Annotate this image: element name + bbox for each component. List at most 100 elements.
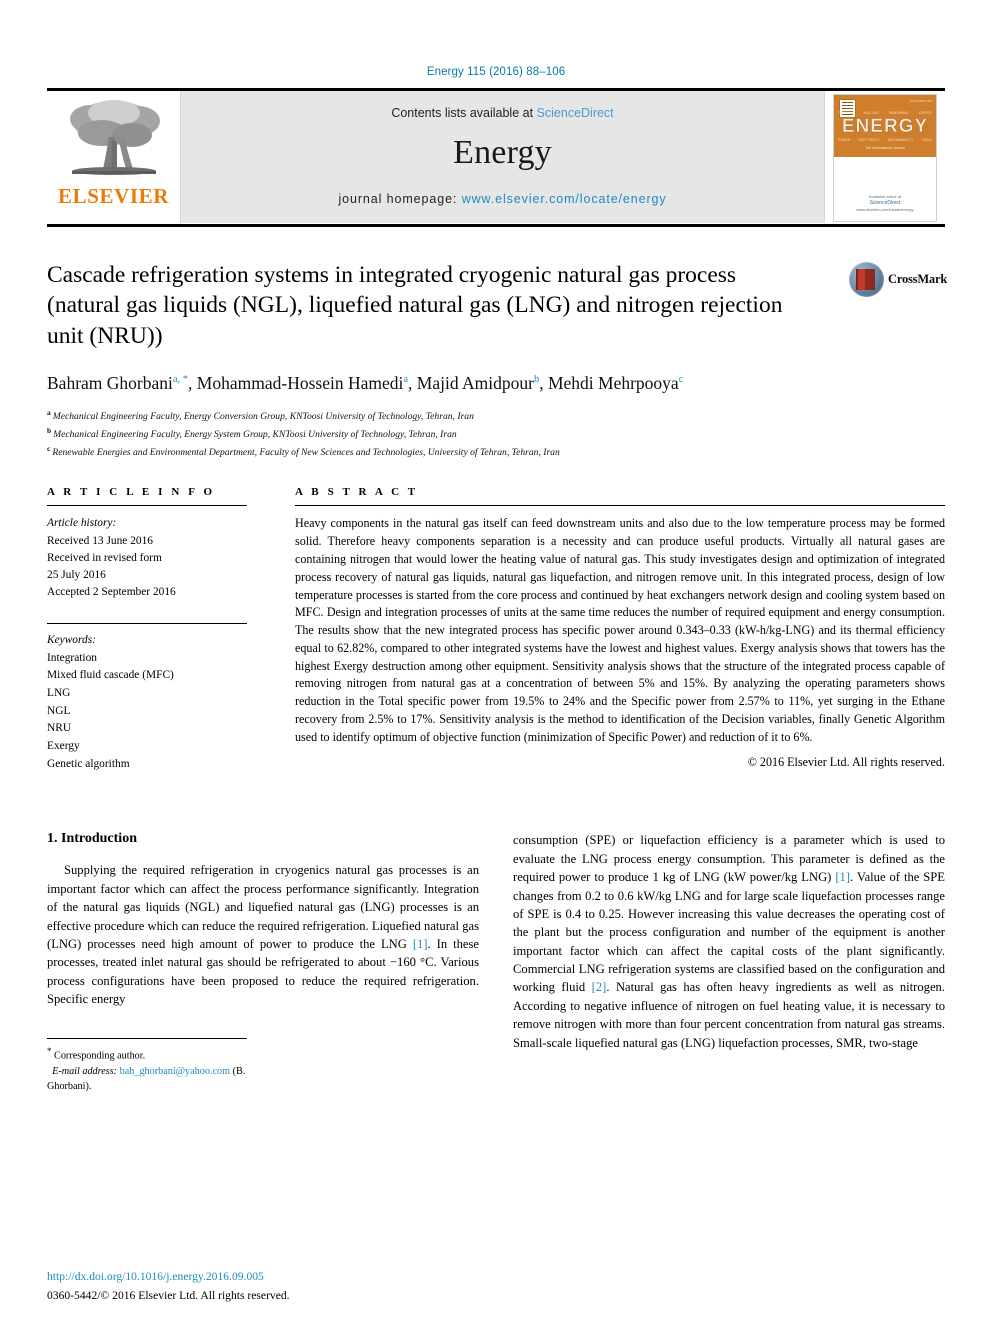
cover-topic: EXERGY (918, 111, 932, 115)
keyword-item: Genetic algorithm (47, 757, 130, 770)
author-name: Bahram Ghorbani (47, 372, 173, 393)
cover-topic: RENEWABLE (888, 111, 909, 115)
author-affil-mark[interactable]: c (679, 374, 684, 385)
running-head: Energy 115 (2016) 88–106 (426, 66, 566, 78)
article-history-item: Received 13 June 2016 (47, 534, 153, 547)
cover-footer: Available online at ScienceDirect www.el… (834, 194, 936, 214)
section-heading-introduction: 1. Introduction (47, 831, 137, 847)
masthead-bottom-rule (47, 224, 945, 227)
keyword-item: Integration (47, 651, 97, 664)
affiliation-text: Mechanical Engineering Faculty, Energy C… (52, 411, 474, 423)
cover-topic: THERMAL (838, 111, 854, 115)
affiliation-list: a Mechanical Engineering Faculty, Energy … (47, 407, 945, 460)
info-abstract-row: A R T I C L E I N F O Article history: R… (47, 486, 945, 773)
intro-paragraph-right: consumption (SPE) or liquefaction effici… (513, 831, 945, 1052)
contents-prefix: Contents lists available at (391, 106, 534, 120)
masthead-center: Contents lists available at ScienceDirec… (181, 91, 825, 223)
keyword-item: NRU (47, 722, 72, 735)
corresponding-author-line: * Corresponding author. (47, 1045, 247, 1064)
reference-link-1[interactable]: [1] (835, 870, 850, 884)
reference-link-2[interactable]: [2] (592, 980, 607, 994)
abstract-heading: A B S T R A C T (295, 486, 419, 499)
keyword-item: Mixed fluid cascade (MFC) (47, 669, 174, 682)
email-link[interactable]: bah_ghorbani@yahoo.com (120, 1066, 230, 1077)
affiliation-item: c Renewable Energies and Environmental De… (47, 443, 945, 461)
footnote-divider (47, 1038, 247, 1040)
cover-topic-row-bottom: POWER ELECTRICITY SUSTAINABILITY FUELS (838, 138, 932, 142)
keyword-item: NGL (47, 704, 71, 717)
author-name: Mehdi Mehrpooya (547, 372, 679, 393)
footnote-block: * Corresponding author. E-mail address: … (47, 1038, 247, 1094)
intro-right-text-b: . Value of the SPE changes from 0.2 to 0… (513, 870, 945, 995)
cover-topic: FUELS (921, 138, 932, 142)
author-list: Bahram Ghorbania, *, Mohammad-Hossein Ha… (47, 371, 777, 396)
reference-link-1[interactable]: [1] (413, 937, 428, 951)
elsevier-logo-block: ELSEVIER (47, 91, 181, 223)
cover-footer-url: www.elsevier.com/locate/energy (856, 207, 914, 212)
crossmark-badge[interactable]: CrossMark (849, 262, 948, 297)
cover-footer-brand: ScienceDirect (869, 199, 901, 206)
article-history-item: 25 July 2016 (47, 568, 106, 581)
affiliation-item: b Mechanical Engineering Faculty, Energy … (47, 425, 945, 443)
affiliation-item: a Mechanical Engineering Faculty, Energy … (47, 407, 945, 425)
crossmark-icon (849, 262, 884, 297)
journal-masthead: ELSEVIER Contents lists available at Sci… (47, 88, 945, 227)
abstract-divider (295, 505, 945, 507)
elsevier-wordmark: ELSEVIER (57, 184, 169, 208)
cover-topic: ELECTRICITY (858, 138, 880, 142)
article-info-divider (47, 505, 247, 507)
article-info-column: A R T I C L E I N F O Article history: R… (47, 486, 247, 773)
email-label: E-mail address: (52, 1066, 118, 1078)
body-column-right: consumption (SPE) or liquefaction effici… (513, 831, 945, 1094)
article-history-item: Received in revised form (47, 551, 162, 564)
author-sep: , (539, 372, 548, 393)
body-column-left: 1. Introduction Supplying the required r… (47, 831, 479, 1094)
elsevier-tree-icon (69, 100, 160, 175)
cover-topic: NUCLEAR (863, 111, 879, 115)
cover-topic-row-top: THERMAL NUCLEAR RENEWABLE EXERGY (838, 111, 932, 115)
homepage-url-link[interactable]: www.elsevier.com/locate/energy (462, 192, 667, 206)
crossmark-label: CrossMark (888, 272, 948, 286)
affiliation-text: Mechanical Engineering Faculty, Energy S… (53, 429, 457, 441)
journal-homepage-line: journal homepage: www.elsevier.com/locat… (338, 192, 666, 206)
article-info-heading: A R T I C L E I N F O (47, 486, 216, 499)
affiliation-label: b (47, 426, 52, 436)
email-line: E-mail address: bah_ghorbani@yahoo.com (… (47, 1064, 247, 1095)
affiliation-text: Renewable Energies and Environmental Dep… (52, 446, 560, 458)
keyword-item: Exergy (47, 740, 80, 753)
keywords-block: Keywords: Integration Mixed fluid cascad… (47, 623, 247, 773)
keyword-item: LNG (47, 687, 71, 700)
contents-available-line: Contents lists available at ScienceDirec… (391, 106, 613, 120)
homepage-prefix: journal homepage: (338, 192, 458, 206)
cover-topic: POWER (838, 138, 851, 142)
author-affil-mark[interactable]: a, * (173, 374, 188, 385)
abstract-copyright: © 2016 Elsevier Ltd. All rights reserved… (747, 755, 945, 770)
corresponding-author-text: Corresponding author. (51, 1050, 146, 1062)
intro-paragraph-left: Supplying the required refrigeration in … (47, 861, 479, 1008)
doi-link[interactable]: http://dx.doi.org/10.1016/j.energy.2016.… (47, 1268, 290, 1286)
cover-title: ENERGY (841, 116, 929, 137)
author-sep: , (188, 372, 197, 393)
author-name: Mohammad-Hossein Hamedi (196, 372, 404, 393)
page-title: Cascade refrigeration systems in integra… (47, 262, 783, 349)
keywords-divider (47, 623, 247, 625)
journal-title: Energy (453, 134, 552, 171)
affiliation-label: a (47, 408, 51, 418)
keywords-label: Keywords: (47, 634, 96, 647)
article-history-item: Accepted 2 September 2016 (47, 585, 176, 598)
journal-cover-thumbnail[interactable]: ISSN 0360-5442 THERMAL NUCLEAR RENEWABLE… (833, 94, 937, 222)
author-sep: , (408, 372, 417, 393)
cover-topic: SUSTAINABILITY (887, 138, 914, 142)
journal-cover-block: ISSN 0360-5442 THERMAL NUCLEAR RENEWABLE… (825, 91, 945, 223)
cover-issn: ISSN 0360-5442 (909, 99, 932, 103)
cover-subtitle: The International Journal (865, 146, 905, 150)
abstract-text: Heavy components in the natural gas itse… (295, 516, 945, 744)
issn-copyright-line: 0360-5442/© 2016 Elsevier Ltd. All right… (47, 1289, 290, 1303)
title-section: Cascade refrigeration systems in integra… (47, 260, 948, 351)
body-columns: 1. Introduction Supplying the required r… (47, 831, 945, 1094)
article-history-label: Article history: (47, 517, 117, 530)
author-name: Majid Amidpour (416, 372, 534, 393)
sciencedirect-link[interactable]: ScienceDirect (537, 106, 614, 120)
footer-doi-block: http://dx.doi.org/10.1016/j.energy.2016.… (47, 1268, 290, 1305)
paper-page: Energy 115 (2016) 88–106 ELSEVIER Conten… (0, 0, 992, 1323)
